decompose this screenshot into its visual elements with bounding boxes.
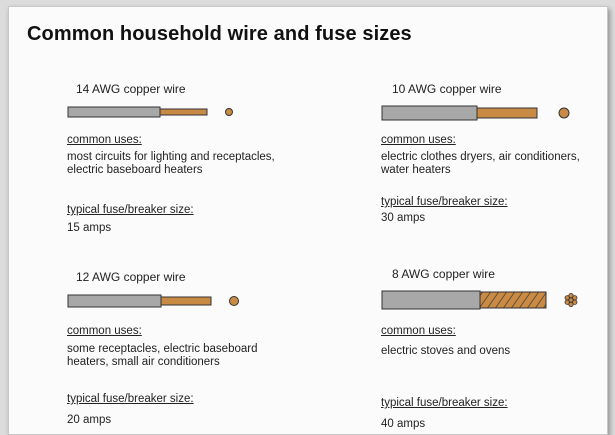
insulation-segment <box>67 294 162 308</box>
insulation-segment <box>67 106 161 118</box>
stranded-cross-section-icon <box>564 292 578 307</box>
wire-8awg-illustration <box>381 290 578 310</box>
fuse-size-label: typical fuse/breaker size: <box>381 196 508 208</box>
copper-conductor <box>476 107 538 119</box>
page-title: Common household wire and fuse sizes <box>27 23 412 45</box>
wire-14awg-illustration <box>67 106 233 118</box>
insulation-segment <box>381 290 481 310</box>
wire-cross-section-icon <box>225 108 233 116</box>
stranded-conductor <box>479 291 547 309</box>
wire-name: 10 AWG copper wire <box>392 82 502 96</box>
common-uses-text: some receptacles, electric baseboard hea… <box>67 343 258 368</box>
common-uses-label: common uses: <box>67 134 142 146</box>
common-uses-text: electric stoves and ovens <box>381 345 511 357</box>
fuse-size-label: typical fuse/breaker size: <box>67 393 194 405</box>
wire-panel-14awg: 14 AWG copper wire common uses: most cir… <box>66 79 306 235</box>
common-uses-label: common uses: <box>381 134 456 146</box>
copper-conductor <box>159 108 208 116</box>
copper-conductor <box>160 296 212 306</box>
wire-panel-8awg: 8 AWG copper wire common uses: electric … <box>380 267 607 432</box>
wire-name: 14 AWG copper wire <box>76 82 186 96</box>
wire-cross-section-icon <box>558 107 570 119</box>
wire-10awg-illustration <box>381 105 570 121</box>
insulation-segment <box>381 105 478 121</box>
diagram-card: Common household wire and fuse sizes 14 … <box>8 6 608 435</box>
fuse-size-value: 30 amps <box>381 212 426 224</box>
wire-name: 12 AWG copper wire <box>76 270 186 284</box>
wire-cross-section-icon <box>229 296 239 306</box>
common-uses-text: electric clothes dryers, air conditioner… <box>381 151 580 176</box>
wire-12awg-illustration <box>67 294 239 308</box>
common-uses-label: common uses: <box>381 325 456 337</box>
common-uses-text: most circuits for lighting and receptacl… <box>67 151 275 176</box>
fuse-size-label: typical fuse/breaker size: <box>381 397 508 409</box>
common-uses-label: common uses: <box>67 325 142 337</box>
wire-name: 8 AWG copper wire <box>392 267 495 281</box>
wire-panel-10awg: 10 AWG copper wire common uses: electric… <box>380 79 607 229</box>
fuse-size-value: 15 amps <box>67 222 112 234</box>
wire-panel-12awg: 12 AWG copper wire common uses: some rec… <box>66 267 306 432</box>
fuse-size-value: 40 amps <box>381 418 426 430</box>
fuse-size-label: typical fuse/breaker size: <box>67 204 194 216</box>
fuse-size-value: 20 amps <box>67 414 112 426</box>
